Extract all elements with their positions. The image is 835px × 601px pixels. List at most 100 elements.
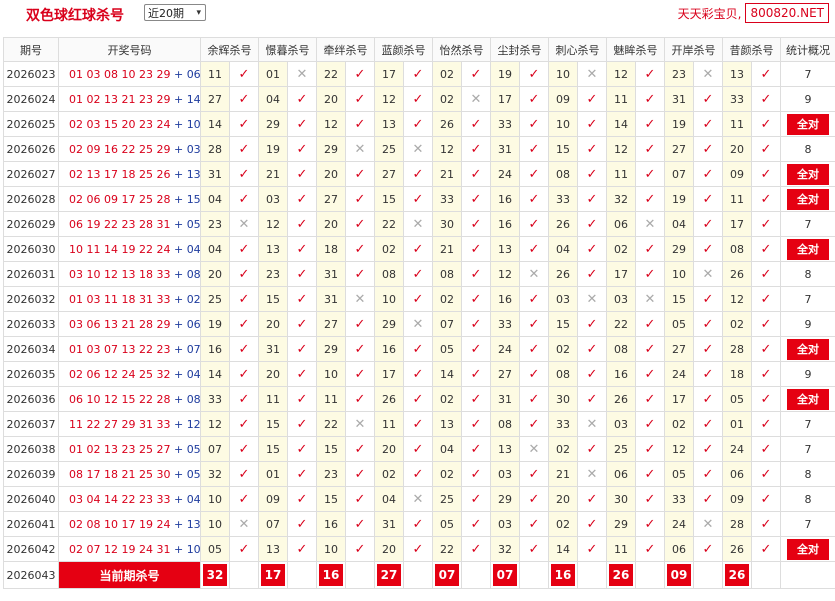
blue-ball: 14 — [186, 92, 201, 106]
kill-number-cell: 07 — [664, 161, 694, 187]
kill-number-cell: 13 — [258, 536, 288, 562]
check-icon: ✓ — [296, 291, 308, 307]
check-icon: ✓ — [470, 366, 482, 382]
table-row: 2026028 02 06 09 17 25 28 + 15 04 ✓ 03 ✓ 27 ✓ 15… — [3, 186, 835, 212]
check-icon: ✓ — [470, 266, 482, 282]
red-balls: 02 09 16 22 25 29 — [69, 142, 171, 156]
kill-number-cell: 15 — [316, 486, 346, 512]
check-icon: ✓ — [586, 441, 598, 457]
kill-number-cell: 12 — [258, 211, 288, 237]
stat-cell: 7 — [780, 511, 835, 537]
check-icon: ✓ — [528, 516, 540, 532]
table-row: 2026032 01 03 11 18 31 33 + 02 25 ✓ 15 ✓ 31 ✕ 10… — [3, 286, 835, 312]
cross-icon: ✕ — [586, 66, 598, 82]
result-mark-cell: ✓ — [693, 461, 723, 487]
kill-number-table: 期号 开奖号码 余辉杀号 憬暮杀号 牵绊杀号 蓝颜杀号 怡然杀号 尘封杀号 刺心杀号 魅眸杀号 开岸… — [3, 37, 835, 589]
kill-number-cell: 13 — [490, 436, 520, 462]
plus-sign: + — [170, 242, 187, 256]
check-icon: ✓ — [644, 266, 656, 282]
result-mark-cell: ✓ — [693, 111, 723, 137]
result-mark-cell: ✓ — [519, 361, 549, 387]
kill-number-cell: 26 — [722, 261, 752, 287]
check-icon: ✓ — [354, 541, 366, 557]
result-mark-cell: ✓ — [635, 536, 665, 562]
check-icon: ✓ — [586, 91, 598, 107]
kill-number-cell: 11 — [606, 161, 636, 187]
brand-site[interactable]: 800820.NET — [745, 3, 829, 23]
result-mark-cell: ✓ — [635, 461, 665, 487]
kill-number-cell: 31 — [316, 286, 346, 312]
cross-icon: ✕ — [528, 441, 540, 457]
result-mark-cell: ✓ — [345, 186, 375, 212]
result-mark-cell: ✓ — [693, 311, 723, 337]
check-icon: ✓ — [238, 441, 250, 457]
current-period-row: 2026043 当前期杀号 32 17 16 27 07 07 16 26 09 26 — [3, 561, 835, 589]
red-balls: 11 22 27 29 31 33 — [69, 417, 171, 431]
check-icon: ✓ — [586, 266, 598, 282]
check-icon: ✓ — [528, 141, 540, 157]
red-balls: 10 11 14 19 22 24 — [69, 242, 171, 256]
kill-number-cell: 04 — [548, 236, 578, 262]
kill-number-cell: 11 — [606, 86, 636, 112]
result-mark-cell: ✓ — [345, 511, 375, 537]
kill-number-cell: 31 — [200, 161, 230, 187]
check-icon: ✓ — [354, 316, 366, 332]
kill-number-cell: 02 — [432, 286, 462, 312]
kill-number-cell: 20 — [316, 161, 346, 187]
check-icon: ✓ — [470, 66, 482, 82]
kill-number-cell: 01 — [722, 411, 752, 437]
check-icon: ✓ — [354, 66, 366, 82]
draw-numbers-cell: 01 02 13 23 25 27 + 05 — [58, 436, 201, 462]
check-icon: ✓ — [238, 166, 250, 182]
check-icon: ✓ — [586, 241, 598, 257]
current-kill-number: 32 — [203, 564, 227, 586]
red-balls: 01 03 07 13 22 23 — [69, 342, 171, 356]
result-mark-cell: ✓ — [635, 361, 665, 387]
current-kill-cell: 26 — [606, 561, 636, 589]
kill-number-cell: 27 — [664, 136, 694, 162]
red-balls: 02 08 10 17 19 24 — [69, 517, 171, 531]
result-mark-cell: ✓ — [577, 386, 607, 412]
check-icon: ✓ — [760, 341, 772, 357]
red-balls: 01 02 13 21 23 29 — [69, 92, 171, 106]
result-mark-cell: ✕ — [345, 136, 375, 162]
period-cell: 2026023 — [3, 61, 59, 87]
result-mark-cell: ✓ — [287, 261, 317, 287]
result-mark-cell: ✓ — [345, 161, 375, 187]
kill-number-cell: 14 — [548, 536, 578, 562]
period-cell: 2026040 — [3, 486, 59, 512]
current-kill-number: 26 — [725, 564, 749, 586]
result-mark-cell: ✓ — [693, 236, 723, 262]
result-mark-cell: ✓ — [577, 161, 607, 187]
blue-ball: 15 — [186, 192, 201, 206]
blue-ball: 04 — [186, 242, 201, 256]
check-icon: ✓ — [528, 366, 540, 382]
column-header-killer: 怡然杀号 — [432, 37, 491, 62]
kill-number-cell: 02 — [606, 236, 636, 262]
kill-number-cell: 31 — [316, 261, 346, 287]
period-range-select[interactable]: 近20期 ▾ — [144, 4, 206, 21]
kill-number-cell: 15 — [258, 436, 288, 462]
period-cell: 2026026 — [3, 136, 59, 162]
kill-number-cell: 19 — [490, 61, 520, 87]
empty-cell — [693, 561, 723, 589]
check-icon: ✓ — [296, 441, 308, 457]
kill-number-cell: 27 — [490, 361, 520, 387]
result-mark-cell: ✓ — [287, 286, 317, 312]
check-icon: ✓ — [354, 166, 366, 182]
check-icon: ✓ — [760, 266, 772, 282]
kill-number-cell: 12 — [606, 136, 636, 162]
red-balls: 06 19 22 23 28 31 — [69, 217, 171, 231]
plus-sign: + — [170, 142, 187, 156]
kill-number-cell: 02 — [548, 336, 578, 362]
kill-number-cell: 02 — [722, 311, 752, 337]
result-mark-cell: ✓ — [229, 536, 259, 562]
draw-numbers-cell: 02 06 12 24 25 32 + 04 — [58, 361, 201, 387]
result-mark-cell: ✓ — [403, 186, 433, 212]
check-icon: ✓ — [528, 416, 540, 432]
all-correct-badge: 全对 — [787, 538, 829, 560]
check-icon: ✓ — [760, 166, 772, 182]
check-icon: ✓ — [644, 466, 656, 482]
result-mark-cell: ✓ — [751, 311, 781, 337]
cross-icon: ✕ — [470, 91, 482, 107]
